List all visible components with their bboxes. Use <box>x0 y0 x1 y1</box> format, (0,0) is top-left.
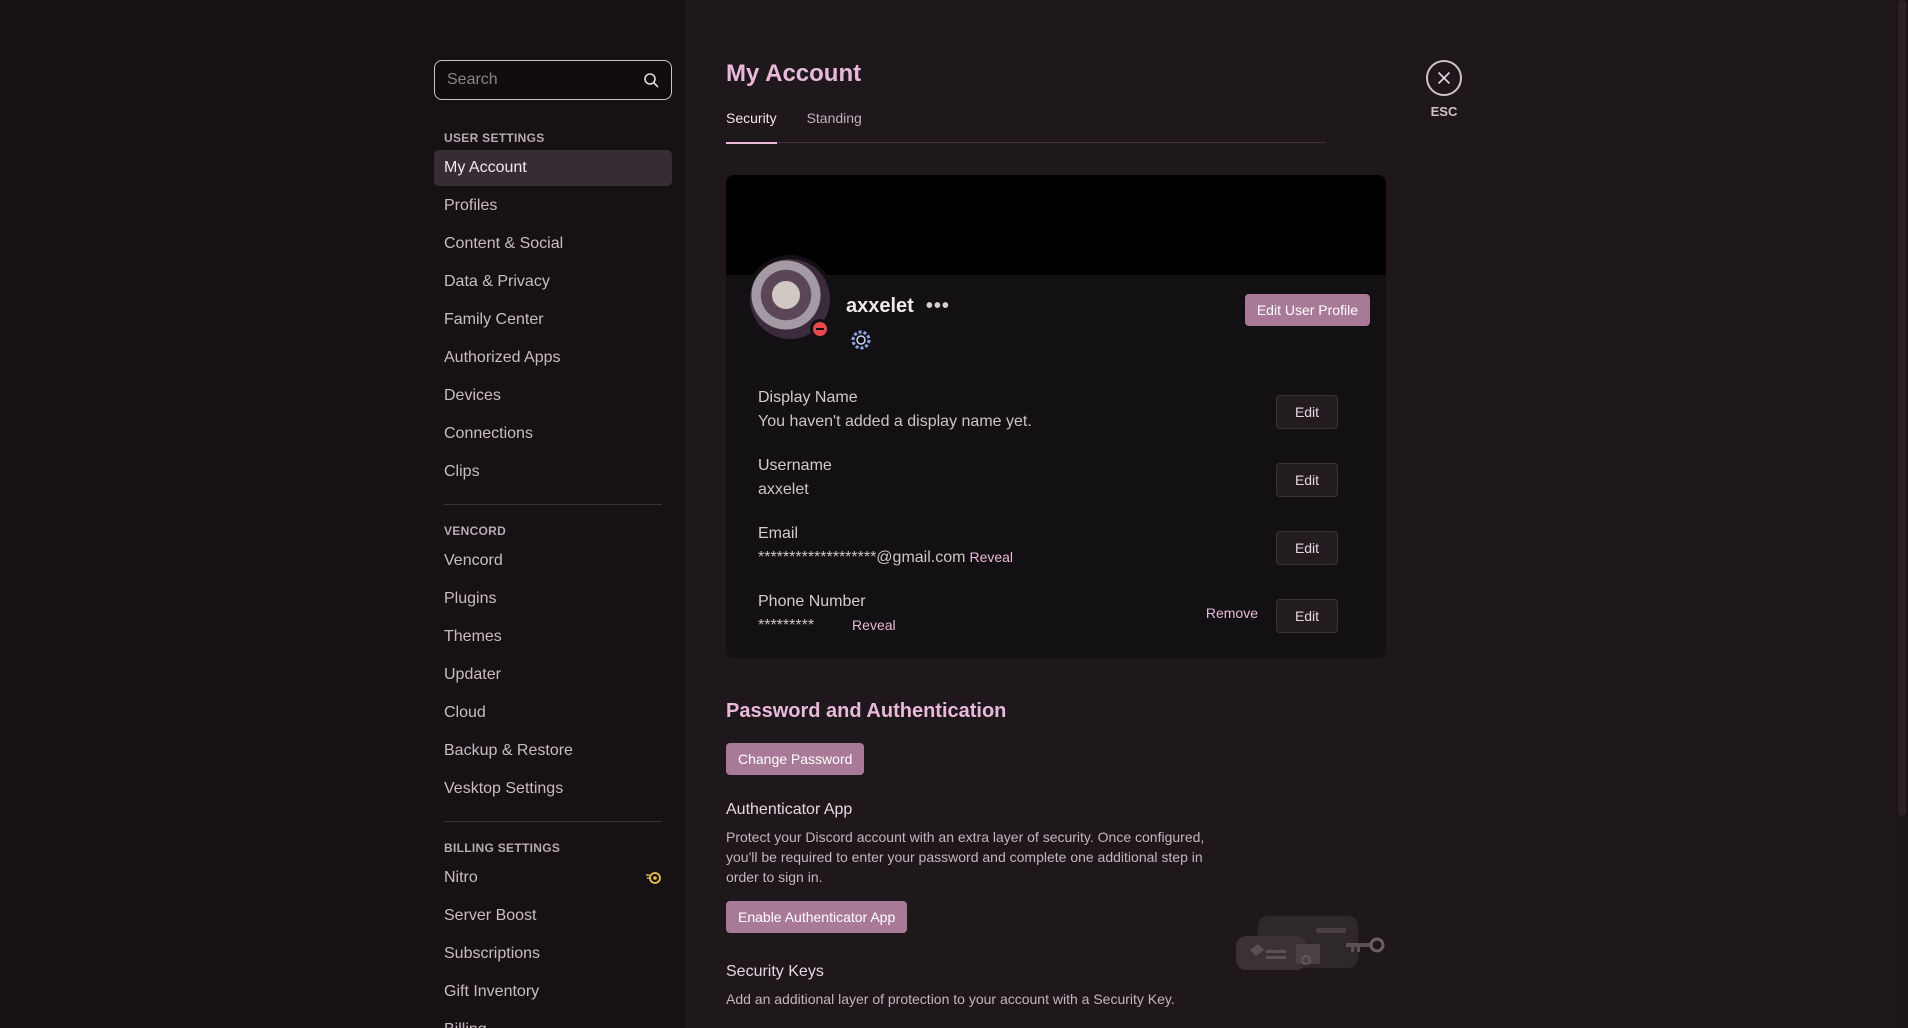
username-value: axxelet <box>758 481 809 498</box>
password-auth-title: Password and Authentication <box>726 700 1007 722</box>
scrollbar[interactable] <box>1896 0 1908 1028</box>
phone-row: Phone Number ********* Reveal Remove Edit <box>758 593 1354 643</box>
edit-display-name-button[interactable]: Edit <box>1276 395 1338 429</box>
sidebar-item-vencord[interactable]: Vencord <box>434 543 672 579</box>
profile-banner <box>726 175 1386 275</box>
sidebar-item-subscriptions[interactable]: Subscriptions <box>434 936 672 972</box>
edit-username-button[interactable]: Edit <box>1276 463 1338 497</box>
sidebar-item-vesktop-settings[interactable]: Vesktop Settings <box>434 771 672 807</box>
sidebar-item-authorized-apps[interactable]: Authorized Apps <box>434 340 672 376</box>
authenticator-app-description: Protect your Discord account with an ext… <box>726 829 1205 885</box>
dnd-status-icon <box>810 319 830 339</box>
reveal-phone-link[interactable]: Reveal <box>852 617 896 633</box>
edit-user-profile-button[interactable]: Edit User Profile <box>1244 294 1370 326</box>
sidebar-nav: User Settings My Account Profiles Conten… <box>434 60 672 1028</box>
sidebar-item-devices[interactable]: Devices <box>434 378 672 414</box>
sidebar-divider <box>444 821 662 822</box>
section-header-billing-settings: Billing Settings <box>444 841 561 855</box>
tab-bar: Security Standing <box>726 110 1326 144</box>
search-icon <box>644 73 659 88</box>
close-button[interactable] <box>1426 60 1462 96</box>
remove-phone-link[interactable]: Remove <box>1206 605 1258 621</box>
sidebar-item-content-social[interactable]: Content & Social <box>434 226 672 262</box>
sidebar-item-server-boost[interactable]: Server Boost <box>434 898 672 934</box>
profile-username: axxelet ••• <box>846 295 950 318</box>
display-name-row: Display Name You haven't added a display… <box>758 389 1354 439</box>
section-header-vencord: Vencord <box>444 524 507 538</box>
sidebar-item-nitro[interactable]: Nitro <box>434 860 672 896</box>
tab-standing[interactable]: Standing <box>807 110 862 143</box>
account-profile-card: axxelet ••• Edit User Profile Display Na… <box>726 175 1386 658</box>
tab-security[interactable]: Security <box>726 110 777 144</box>
email-value-line: *******************@gmail.com Reveal <box>758 549 1354 567</box>
authenticator-app-title: Authenticator App <box>726 801 853 818</box>
email-label: Email <box>758 525 799 542</box>
phone-value: ********* <box>758 617 815 634</box>
sidebar-item-connections[interactable]: Connections <box>434 416 672 452</box>
sidebar-item-data-privacy[interactable]: Data & Privacy <box>434 264 672 300</box>
esc-label: ESC <box>1430 104 1458 119</box>
close-icon <box>1438 72 1450 84</box>
email-row: Email *******************@gmail.com Revea… <box>758 525 1354 575</box>
sidebar-item-label: Nitro <box>444 869 478 886</box>
badge-icon[interactable] <box>850 329 872 351</box>
sidebar-item-themes[interactable]: Themes <box>434 619 672 655</box>
search-input[interactable] <box>447 71 627 89</box>
sidebar-divider <box>444 504 662 505</box>
change-password-button[interactable]: Change Password <box>726 743 865 775</box>
page-title: My Account <box>726 60 862 87</box>
search-box[interactable] <box>434 60 672 100</box>
sidebar-item-cloud[interactable]: Cloud <box>434 695 672 731</box>
settings-content: My Account Security Standing axxelet •••… <box>726 60 1386 1009</box>
security-keys-description: Add an additional layer of protection to… <box>726 991 1175 1007</box>
reveal-email-link[interactable]: Reveal <box>969 549 1013 565</box>
phone-value-line: ********* Reveal <box>758 617 1354 635</box>
display-name-value: You haven't added a display name yet. <box>758 413 1032 430</box>
sidebar-item-plugins[interactable]: Plugins <box>434 581 672 617</box>
username-row: Username axxelet Edit <box>758 457 1354 507</box>
sidebar-item-backup-restore[interactable]: Backup & Restore <box>434 733 672 769</box>
sidebar-item-clips[interactable]: Clips <box>434 454 672 490</box>
sidebar-item-profiles[interactable]: Profiles <box>434 188 672 224</box>
settings-sidebar: User Settings My Account Profiles Conten… <box>0 0 686 1028</box>
enable-authenticator-button[interactable]: Enable Authenticator App <box>726 901 908 933</box>
close-settings[interactable]: ESC <box>1426 60 1462 119</box>
edit-email-button[interactable]: Edit <box>1276 531 1338 565</box>
avatar[interactable] <box>746 255 834 343</box>
sidebar-item-family-center[interactable]: Family Center <box>434 302 672 338</box>
edit-phone-button[interactable]: Edit <box>1276 599 1338 633</box>
username-label: Username <box>758 457 832 474</box>
authenticator-illustration <box>1236 916 1385 970</box>
sidebar-item-my-account[interactable]: My Account <box>434 150 672 186</box>
more-options-icon[interactable]: ••• <box>926 295 950 318</box>
account-info-box: Display Name You haven't added a display… <box>742 375 1370 642</box>
display-name-label: Display Name <box>758 389 858 406</box>
scrollbar-thumb[interactable] <box>1898 0 1906 816</box>
sidebar-item-billing[interactable]: Billing <box>434 1012 672 1028</box>
email-value: *******************@gmail.com <box>758 549 966 566</box>
sidebar-item-updater[interactable]: Updater <box>434 657 672 693</box>
phone-label: Phone Number <box>758 593 866 610</box>
sidebar-item-gift-inventory[interactable]: Gift Inventory <box>434 974 672 1010</box>
section-header-user-settings: User Settings <box>444 131 545 145</box>
profile-username-text: axxelet <box>846 295 914 317</box>
nitro-icon <box>646 872 661 884</box>
